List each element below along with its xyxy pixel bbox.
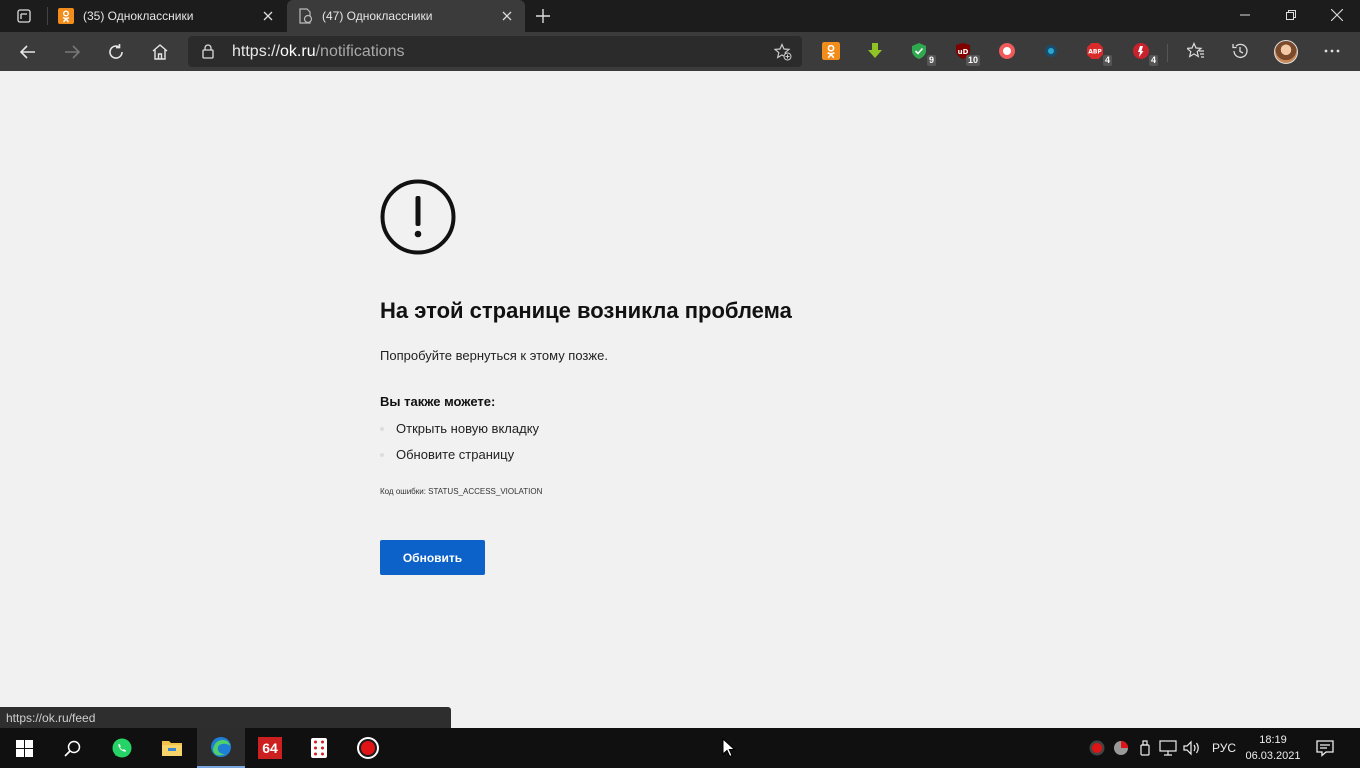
screen-recorder-icon[interactable]	[344, 728, 392, 768]
lock-icon[interactable]	[202, 44, 214, 64]
adblock-icon[interactable]: ABP 4	[1085, 41, 1112, 66]
whatsapp-icon[interactable]	[98, 728, 146, 768]
svg-text:ABP: ABP	[1088, 49, 1102, 56]
error-page: На этой странице возникла проблема Попро…	[0, 71, 1360, 728]
suggestions-heading: Вы также можете:	[380, 394, 496, 409]
suggestion-refresh-page: Обновите страницу	[380, 447, 514, 462]
ublock-icon[interactable]: uD 10	[953, 41, 980, 66]
bullet-icon	[380, 452, 384, 457]
restore-button[interactable]	[1268, 0, 1314, 30]
tab-title: (35) Одноклассники	[83, 9, 194, 23]
circle-extension-icon[interactable]	[1041, 41, 1061, 61]
minimize-button[interactable]	[1222, 0, 1268, 30]
favorites-icon[interactable]	[1186, 41, 1206, 61]
add-favorite-icon[interactable]	[773, 43, 792, 66]
volume-icon[interactable]	[1183, 739, 1201, 757]
badge: 4	[1102, 55, 1112, 66]
red-extension-icon[interactable]: 4	[1131, 41, 1158, 66]
error-exclamation-icon	[380, 179, 456, 255]
suggestion-open-new-tab: Открыть новую вкладку	[380, 421, 539, 436]
toolbar-separator	[1167, 44, 1168, 62]
profile-avatar[interactable]	[1274, 40, 1298, 64]
clock-time: 18:19	[1259, 734, 1287, 746]
tray-record-icon[interactable]	[1088, 739, 1106, 757]
mouse-cursor-icon	[722, 738, 736, 758]
suggestion-text: Открыть новую вкладку	[396, 421, 540, 436]
bullet-icon	[380, 426, 384, 431]
new-tab-button[interactable]	[532, 5, 554, 27]
close-icon[interactable]	[499, 8, 515, 24]
tab-odnoklassniki-47[interactable]: (47) Одноклассники	[287, 0, 525, 32]
error-code: Код ошибки: STATUS_ACCESS_VIOLATION	[380, 487, 543, 496]
crashed-page-favicon-icon	[297, 8, 313, 24]
browser-toolbar: https://ok.ru/notifications 9 uD 10 ABP …	[0, 32, 1360, 71]
network-icon[interactable]	[1159, 739, 1177, 757]
clock-date: 06.03.2021	[1245, 750, 1301, 762]
tab-odnoklassniki-35[interactable]: (35) Одноклассники	[48, 0, 286, 32]
tab-title: (47) Одноклассники	[322, 9, 433, 23]
dice-app-icon[interactable]	[295, 728, 343, 768]
start-button[interactable]	[0, 728, 48, 768]
home-button[interactable]	[146, 38, 174, 66]
reload-button[interactable]	[102, 38, 130, 66]
file-explorer-icon[interactable]	[148, 728, 196, 768]
system-clock[interactable]: 18:19 06.03.2021	[1240, 732, 1306, 764]
ok-favicon-icon	[58, 8, 74, 24]
ok-extension-icon[interactable]	[821, 41, 841, 61]
page-title: На этой странице возникла проблема	[380, 298, 792, 323]
tab-bar: (35) Одноклассники (47) Одноклассники	[0, 0, 1360, 32]
forward-button[interactable]	[58, 38, 86, 66]
more-menu-icon[interactable]	[1322, 41, 1342, 61]
input-language[interactable]: РУС	[1212, 741, 1236, 755]
suggestion-text: Обновите страницу	[396, 447, 515, 462]
record-extension-icon[interactable]	[997, 41, 1017, 61]
status-bar-url: https://ok.ru/feed	[0, 707, 451, 728]
url-text[interactable]: https://ok.ru/notifications	[232, 43, 405, 61]
app-64-icon[interactable]: 64	[246, 728, 294, 768]
shield-icon[interactable]: 9	[909, 41, 936, 66]
badge: 10	[965, 55, 980, 66]
badge: 9	[926, 55, 936, 66]
back-button[interactable]	[14, 38, 42, 66]
usb-icon[interactable]	[1136, 739, 1154, 757]
refresh-button[interactable]: Обновить	[380, 540, 485, 575]
search-icon[interactable]	[48, 728, 96, 768]
edge-browser-icon[interactable]	[197, 728, 245, 768]
history-icon[interactable]	[1230, 41, 1250, 61]
windows-taskbar: 64 РУС 18:19 06.03.2021	[0, 728, 1360, 768]
address-bar[interactable]: https://ok.ru/notifications	[188, 36, 802, 67]
close-icon[interactable]	[260, 8, 276, 24]
notifications-icon[interactable]	[1316, 739, 1334, 762]
badge: 4	[1148, 55, 1158, 66]
svg-text:64: 64	[262, 740, 278, 756]
tray-app-icon[interactable]	[1112, 739, 1130, 757]
download-arrow-icon[interactable]	[865, 41, 885, 61]
error-description: Попробуйте вернуться к этому позже.	[380, 348, 608, 363]
close-window-button[interactable]	[1314, 0, 1360, 30]
tab-actions-icon[interactable]	[8, 6, 40, 26]
